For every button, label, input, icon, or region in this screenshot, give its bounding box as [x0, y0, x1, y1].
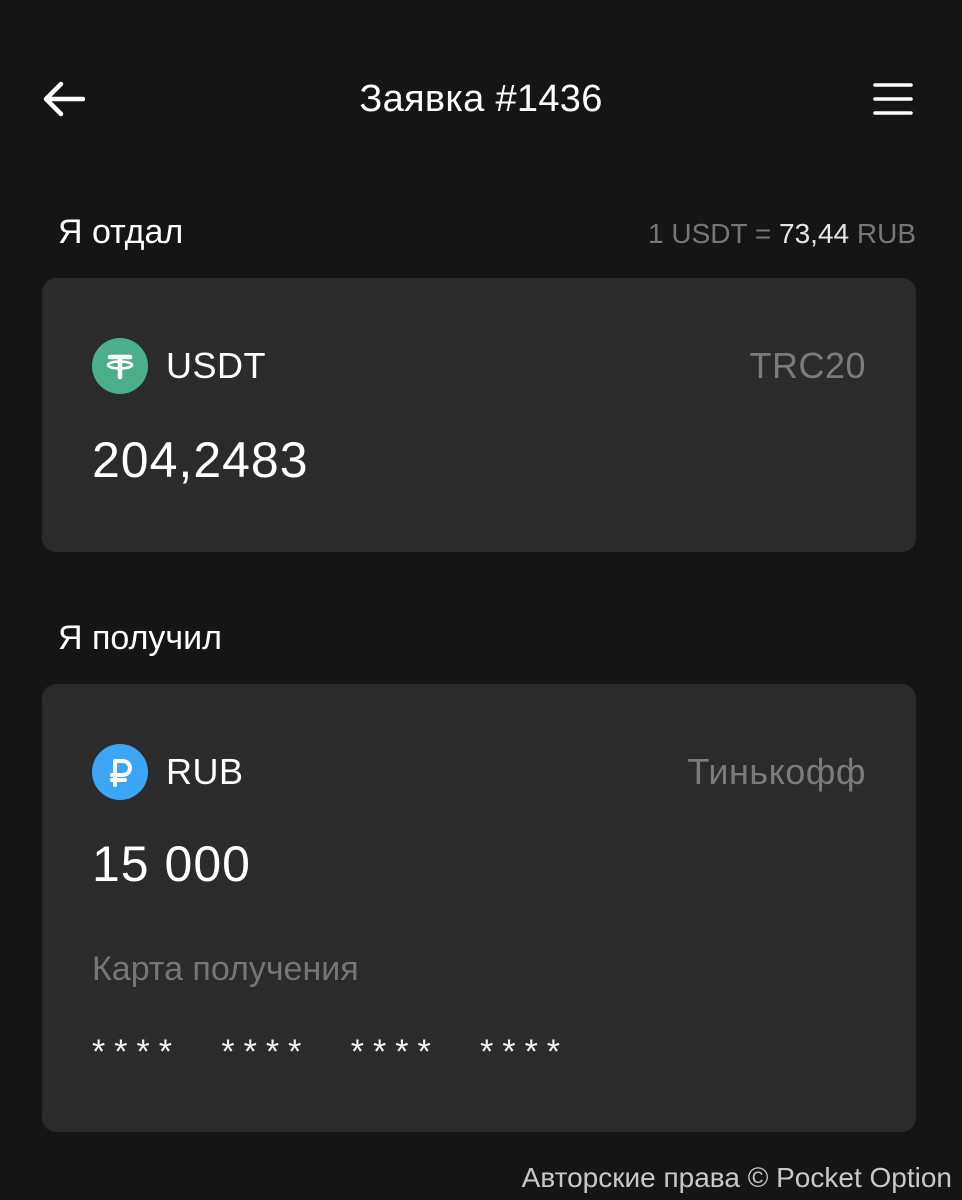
gave-amount: 204,2483 — [92, 432, 309, 488]
network-label: TRC20 — [749, 345, 866, 386]
hamburger-menu-icon — [873, 83, 913, 115]
received-card: RUB Тинькофф 15 000 Карта получения ****… — [42, 684, 916, 1132]
header: Заявка #1436 — [0, 56, 962, 142]
copyright-watermark: Авторские права © Pocket Option — [521, 1162, 952, 1193]
received-currency-row: RUB Тинькофф — [92, 744, 866, 800]
gave-currency-name: USDT — [166, 345, 266, 386]
menu-button[interactable] — [866, 76, 920, 122]
exchange-rate: 1 USDT = 73,44 RUB — [648, 216, 916, 252]
rate-base: 1 USDT — [648, 218, 748, 249]
rate-equals: = — [754, 218, 772, 249]
rate-value: 73,44 — [779, 218, 850, 249]
page-title: Заявка #1436 — [359, 78, 603, 120]
gave-section-label: Я отдал — [58, 213, 184, 251]
received-currency-name: RUB — [166, 751, 244, 792]
bank-label: Тинькофф — [687, 751, 866, 792]
gave-card: USDT TRC20 204,2483 — [42, 278, 916, 552]
card-number-label: Карта получения — [92, 950, 359, 988]
tether-icon — [92, 338, 148, 394]
rate-currency: RUB — [856, 218, 916, 249]
received-section-label: Я получил — [58, 619, 222, 657]
received-amount: 15 000 — [92, 836, 251, 892]
gave-currency-row: USDT TRC20 — [92, 338, 866, 394]
masked-card-number: **** **** **** **** — [92, 1033, 570, 1071]
ruble-icon — [92, 744, 148, 800]
